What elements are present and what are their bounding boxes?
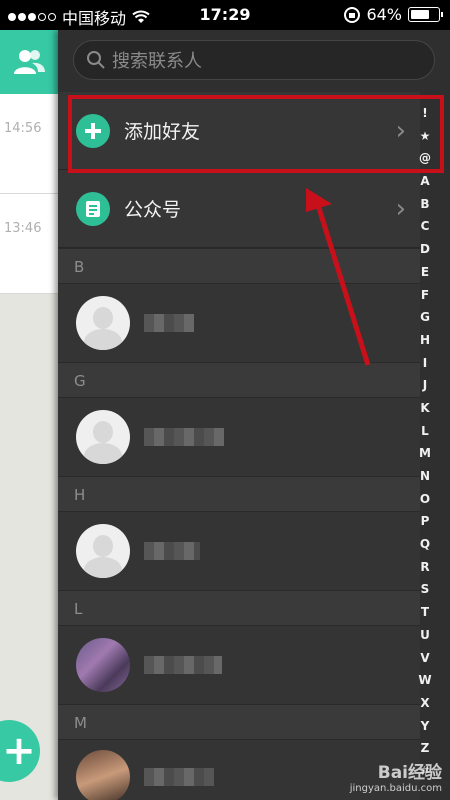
- watermark-brand: Bai经验: [377, 763, 442, 783]
- baidu-watermark: Bai经验 jingyan.baidu.com: [350, 758, 442, 794]
- watermark-url: jingyan.baidu.com: [349, 783, 442, 794]
- annotation-arrow: [306, 188, 371, 366]
